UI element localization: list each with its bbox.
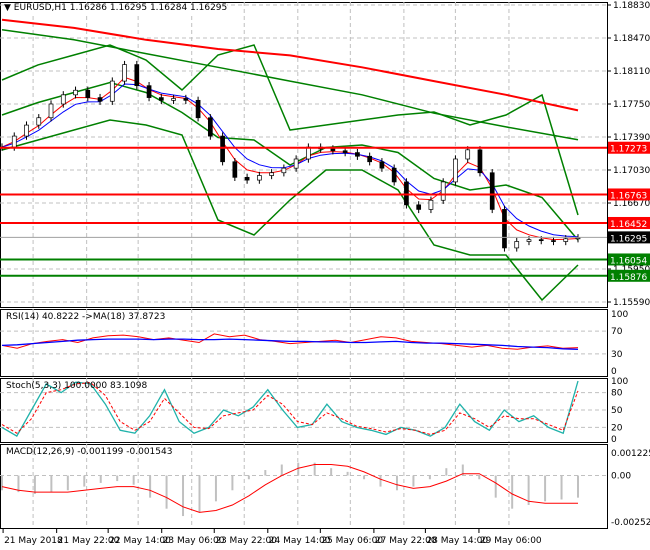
candle-body	[355, 152, 360, 157]
candle-body	[538, 239, 544, 242]
candle-body	[379, 161, 385, 169]
y-tick-label: 30	[611, 350, 623, 360]
candle-body	[48, 103, 54, 119]
level-price-label: 1.17273	[610, 145, 647, 155]
candle-body	[453, 158, 458, 183]
candle-body	[575, 237, 581, 240]
candle-body	[195, 99, 201, 119]
candle-body	[342, 150, 348, 153]
stoch-title: Stoch(5,3,3) 100.0000 83.1098	[6, 381, 148, 391]
candle-body	[514, 241, 520, 249]
y-tick-label: 0.001225	[611, 449, 650, 459]
y-tick-label: 0	[611, 435, 617, 445]
candle-body	[367, 155, 373, 163]
y-tick-label: 80	[611, 389, 623, 399]
x-tick-label: 21 May 2018	[4, 536, 63, 546]
candle-body	[11, 135, 17, 148]
y-tick-label: 100	[611, 310, 628, 320]
macd-title: MACD(12,26,9) -0.001199 -0.001543	[6, 447, 173, 457]
candle-body	[257, 175, 262, 181]
chart-canvas[interactable]: 21 May 201821 May 22:0022 May 14:0023 Ma…	[0, 0, 650, 550]
dropdown-arrow-icon[interactable]: ▼	[4, 3, 11, 13]
y-tick-label: 1.18830	[613, 1, 650, 11]
x-tick-label: 29 May 06:00	[480, 536, 542, 546]
rsi-ma-line	[1, 338, 579, 350]
ma-green-line	[1, 28, 579, 141]
candle-body	[122, 64, 127, 82]
candle-body	[502, 209, 507, 249]
candle-body	[526, 239, 532, 242]
level-price-label: 1.16763	[610, 191, 647, 201]
candle-body	[330, 148, 336, 152]
bollinger-middle-line	[1, 81, 579, 241]
candle-body	[36, 117, 42, 126]
candle-body	[171, 98, 176, 101]
y-tick-label: 1.18470	[613, 34, 650, 44]
candle-body	[244, 176, 250, 181]
candle-body	[306, 146, 311, 160]
symbol-label: EURUSD,H1	[13, 3, 67, 13]
y-tick-label: 100	[611, 377, 628, 387]
candle-body	[428, 199, 434, 210]
y-tick-label: 0	[611, 367, 617, 377]
y-tick-label: 1.18110	[613, 67, 650, 77]
candle-body	[465, 149, 471, 160]
y-tick-label: 1.17390	[613, 133, 650, 143]
level-price-label: 1.16054	[610, 256, 647, 266]
macd-signal-line	[1, 464, 578, 513]
y-tick-label: 20	[611, 423, 623, 433]
y-tick-label: -0.002523	[611, 518, 650, 528]
candle-body	[97, 97, 103, 102]
y-tick-label: 1.15590	[613, 298, 650, 308]
candle-body	[146, 85, 152, 98]
y-tick-label: 70	[611, 327, 623, 337]
panel-frame-3	[0, 444, 608, 529]
fast-ma-blue-line	[1, 83, 579, 238]
y-tick-label: 50	[611, 406, 623, 416]
candle-body	[85, 89, 91, 98]
candle-body	[73, 89, 78, 96]
candle-body	[134, 64, 140, 87]
candle-body	[220, 135, 225, 163]
candle-body	[60, 94, 66, 105]
candle-body	[207, 117, 213, 137]
candle-body	[404, 181, 409, 206]
candle-body	[109, 80, 115, 102]
candle-body	[293, 158, 299, 169]
candle-body	[391, 167, 397, 183]
rsi-title: RSI(14) 40.8222 ->MA(18) 37.8723	[6, 312, 166, 322]
level-price-label: 1.15876	[610, 273, 647, 283]
candle-body	[489, 172, 495, 210]
candle-body	[563, 238, 569, 242]
candle-body	[158, 97, 164, 101]
candle-body	[232, 161, 238, 178]
chart-window: 21 May 2018 21 May 22:00 22 May 14:00 23 Ma…	[0, 0, 650, 550]
candle-body	[416, 204, 422, 210]
candle-body	[183, 98, 189, 101]
candle-body	[477, 149, 483, 174]
chart-header: ▼ EURUSD,H1 1.16286 1.16295 1.16284 1.16…	[4, 3, 228, 13]
ohlc-label: 1.16286 1.16295 1.16284 1.16295	[69, 3, 228, 13]
candle-body	[440, 181, 446, 201]
candle-body	[269, 172, 274, 176]
candle-body	[281, 167, 287, 174]
y-tick-label: 1.17030	[613, 166, 650, 176]
candle-body	[551, 240, 556, 242]
candle-body	[24, 124, 29, 137]
level-price-label: 1.16452	[610, 220, 647, 230]
y-tick-label: 0.00	[611, 472, 631, 482]
y-tick-label: 1.17750	[613, 100, 650, 110]
current-price-label: 1.16295	[610, 234, 647, 244]
panel-frame-0	[0, 2, 608, 308]
